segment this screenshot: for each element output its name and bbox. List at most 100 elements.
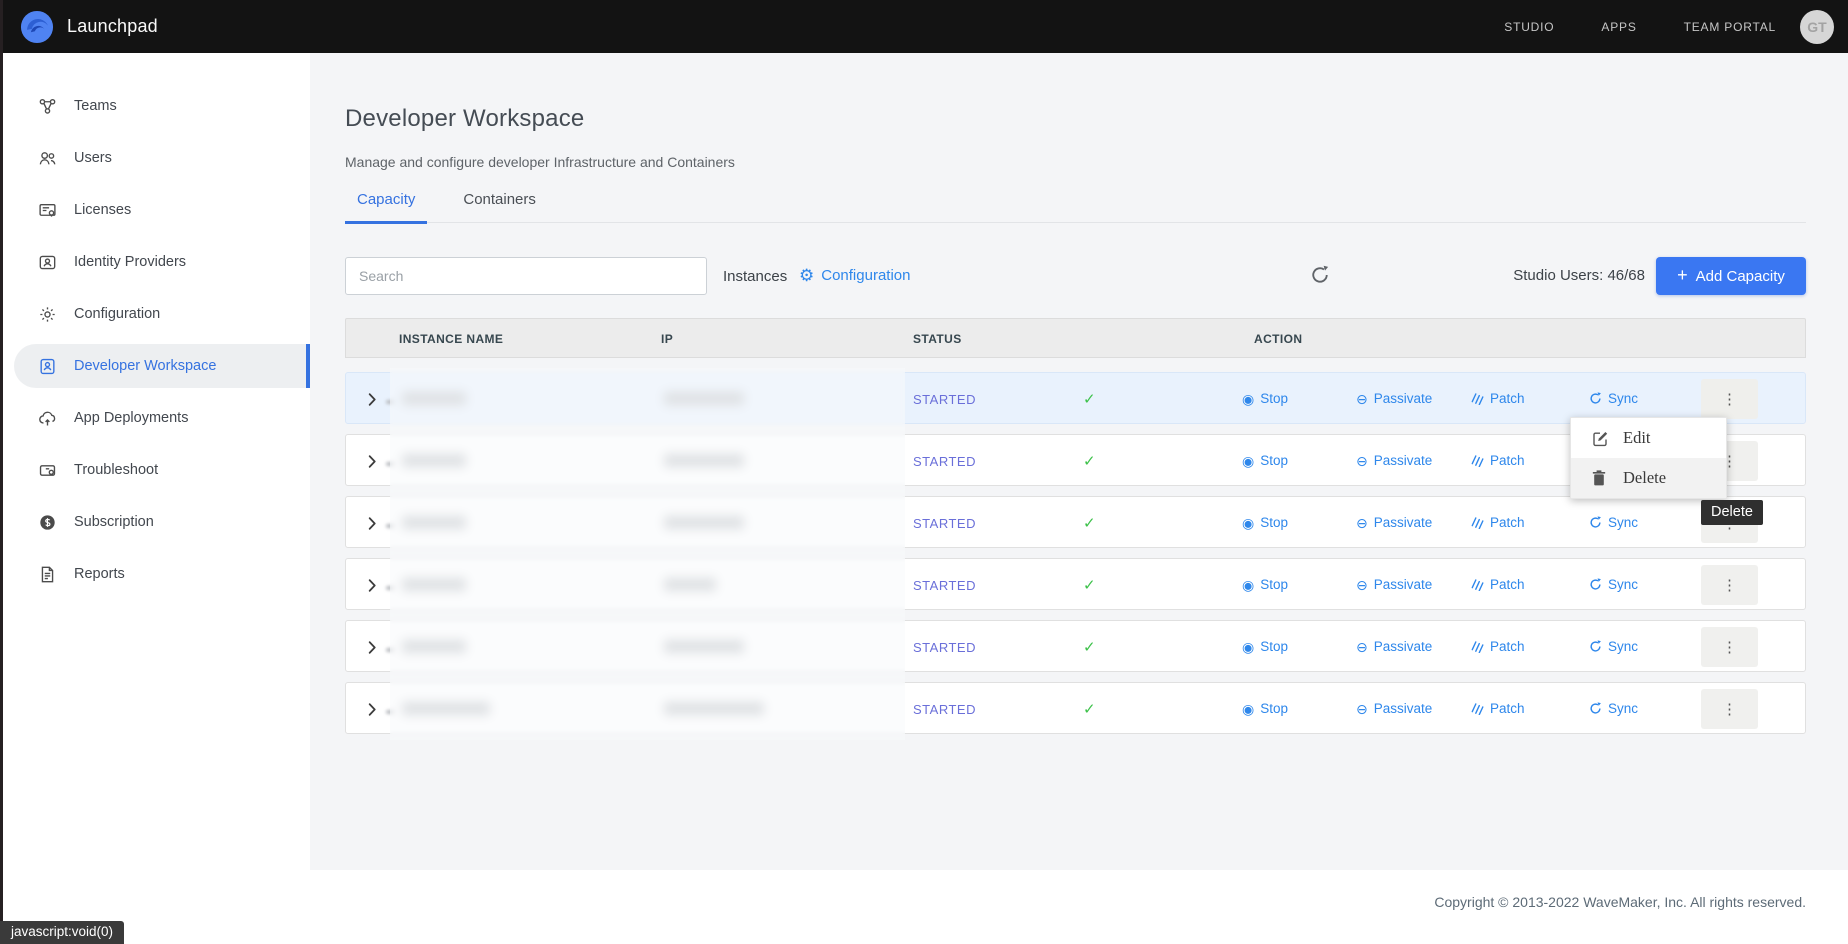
stop-icon: ◉ xyxy=(1242,578,1254,592)
stop-icon: ◉ xyxy=(1242,702,1254,716)
stop-action[interactable]: ◉Stop xyxy=(1242,453,1288,468)
kebab-icon: ⋮ xyxy=(1722,577,1737,594)
expand-chevron-icon[interactable] xyxy=(368,641,377,654)
sidebar-item-label: Developer Workspace xyxy=(74,358,216,374)
stop-action[interactable]: ◉Stop xyxy=(1242,391,1288,406)
kebab-icon: ⋮ xyxy=(1722,391,1737,408)
row-menu-button[interactable]: ⋮ xyxy=(1701,379,1758,419)
sidebar-item-reports[interactable]: Reports xyxy=(0,548,310,600)
menu-item-edit[interactable]: Edit xyxy=(1571,418,1726,458)
stop-action[interactable]: ◉Stop xyxy=(1242,639,1288,654)
expand-chevron-icon[interactable] xyxy=(368,455,377,468)
avatar[interactable]: GT xyxy=(1800,10,1834,44)
sidebar-item-label: Configuration xyxy=(74,306,160,322)
tab-containers[interactable]: Containers xyxy=(451,191,548,222)
topnav-item-team-portal[interactable]: TEAM PORTAL xyxy=(1684,20,1776,34)
search-input[interactable] xyxy=(345,257,707,295)
topbar: Launchpad STUDIO APPS TEAM PORTAL GT xyxy=(0,0,1848,53)
patch-action[interactable]: Patch xyxy=(1471,391,1525,406)
passivate-icon: ⊖ xyxy=(1356,454,1368,468)
developer-workspace-icon xyxy=(38,357,57,376)
gear-icon: ⚙ xyxy=(799,267,814,284)
column-header-status: STATUS xyxy=(913,332,962,346)
redacted-fragment xyxy=(386,524,394,528)
expand-chevron-icon[interactable] xyxy=(368,703,377,716)
sidebar-item-label: Reports xyxy=(74,566,125,582)
sidebar: Teams UsersLicenses Identity Providers Conf… xyxy=(0,53,310,870)
ip-redacted xyxy=(664,454,744,467)
instance-name-redacted xyxy=(402,516,466,529)
topnav-item-apps[interactable]: APPS xyxy=(1601,20,1636,34)
stop-action[interactable]: ◉Stop xyxy=(1242,577,1288,592)
sidebar-item-users[interactable]: Users xyxy=(0,132,310,184)
reports-icon xyxy=(38,565,57,584)
configuration-link[interactable]: ⚙ Configuration xyxy=(799,267,910,284)
patch-action[interactable]: Patch xyxy=(1471,639,1525,654)
menu-item-delete[interactable]: Delete xyxy=(1571,458,1726,498)
redacted-fragment xyxy=(386,400,394,404)
patch-action[interactable]: Patch xyxy=(1471,577,1525,592)
troubleshoot-icon xyxy=(38,461,57,480)
sidebar-item-subscription[interactable]: Subscription xyxy=(0,496,310,548)
sidebar-item-teams[interactable]: Teams xyxy=(0,80,310,132)
sidebar-item-developer-workspace[interactable]: Developer Workspace xyxy=(0,340,310,392)
passivate-icon: ⊖ xyxy=(1356,392,1368,406)
sync-action[interactable]: Sync xyxy=(1589,515,1638,530)
sync-action[interactable]: Sync xyxy=(1589,391,1638,406)
redacted-fragment xyxy=(386,648,394,652)
refresh-icon[interactable] xyxy=(1310,265,1332,287)
sidebar-item-label: Identity Providers xyxy=(74,254,186,270)
row-menu-button[interactable]: ⋮ xyxy=(1701,627,1758,667)
status-text: STARTED xyxy=(913,640,976,655)
success-check-icon: ✓ xyxy=(1083,390,1096,408)
column-header-instance-name: INSTANCE NAME xyxy=(399,332,503,346)
brand-name: Launchpad xyxy=(67,16,158,37)
stop-icon: ◉ xyxy=(1242,640,1254,654)
passivate-icon: ⊖ xyxy=(1356,578,1368,592)
expand-chevron-icon[interactable] xyxy=(368,517,377,530)
add-capacity-button[interactable]: + Add Capacity xyxy=(1656,257,1806,295)
passivate-action[interactable]: ⊖Passivate xyxy=(1356,515,1432,530)
sidebar-item-app-deployments[interactable]: App Deployments xyxy=(0,392,310,444)
subscription-icon xyxy=(38,513,57,532)
page-subtitle: Manage and configure developer Infrastru… xyxy=(345,154,735,170)
passivate-action[interactable]: ⊖Passivate xyxy=(1356,453,1432,468)
sync-icon xyxy=(1589,392,1602,405)
patch-action[interactable]: Patch xyxy=(1471,515,1525,530)
status-text: STARTED xyxy=(913,392,976,407)
sidebar-item-licenses[interactable]: Licenses xyxy=(0,184,310,236)
plus-icon: + xyxy=(1677,265,1688,286)
licenses-icon xyxy=(38,201,57,220)
sidebar-item-label: Teams xyxy=(74,98,117,114)
patch-icon xyxy=(1471,578,1484,591)
patch-action[interactable]: Patch xyxy=(1471,701,1525,716)
expand-chevron-icon[interactable] xyxy=(368,393,377,406)
sidebar-nav: Teams UsersLicenses Identity Providers Conf… xyxy=(0,53,310,600)
ip-redacted xyxy=(664,516,744,529)
stop-action[interactable]: ◉Stop xyxy=(1242,701,1288,716)
patch-action[interactable]: Patch xyxy=(1471,453,1525,468)
studio-users-count: Studio Users: 46/68 xyxy=(1513,267,1645,284)
stop-action[interactable]: ◉Stop xyxy=(1242,515,1288,530)
instance-name-redacted xyxy=(402,640,466,653)
sync-action[interactable]: Sync xyxy=(1589,577,1638,592)
tab-capacity[interactable]: Capacity xyxy=(345,191,427,222)
passivate-action[interactable]: ⊖Passivate xyxy=(1356,391,1432,406)
passivate-action[interactable]: ⊖Passivate xyxy=(1356,701,1432,716)
passivate-action[interactable]: ⊖Passivate xyxy=(1356,639,1432,654)
sidebar-item-identity-providers[interactable]: Identity Providers xyxy=(0,236,310,288)
passivate-action[interactable]: ⊖Passivate xyxy=(1356,577,1432,592)
row-context-menu: EditDelete xyxy=(1570,417,1727,499)
table-row: STARTED ✓ ◉Stop ⊖Passivate Patch Sync ⋮ xyxy=(345,682,1806,734)
configuration-icon xyxy=(38,305,57,324)
sidebar-item-troubleshoot[interactable]: Troubleshoot xyxy=(0,444,310,496)
sync-action[interactable]: Sync xyxy=(1589,639,1638,654)
sidebar-item-configuration[interactable]: Configuration xyxy=(0,288,310,340)
topnav-item-studio[interactable]: STUDIO xyxy=(1504,20,1554,34)
sync-action[interactable]: Sync xyxy=(1589,701,1638,716)
row-menu-button[interactable]: ⋮ xyxy=(1701,565,1758,605)
main-content: Developer Workspace Manage and configure… xyxy=(310,53,1848,870)
row-menu-button[interactable]: ⋮ xyxy=(1701,689,1758,729)
teams-icon xyxy=(38,97,57,116)
expand-chevron-icon[interactable] xyxy=(368,579,377,592)
